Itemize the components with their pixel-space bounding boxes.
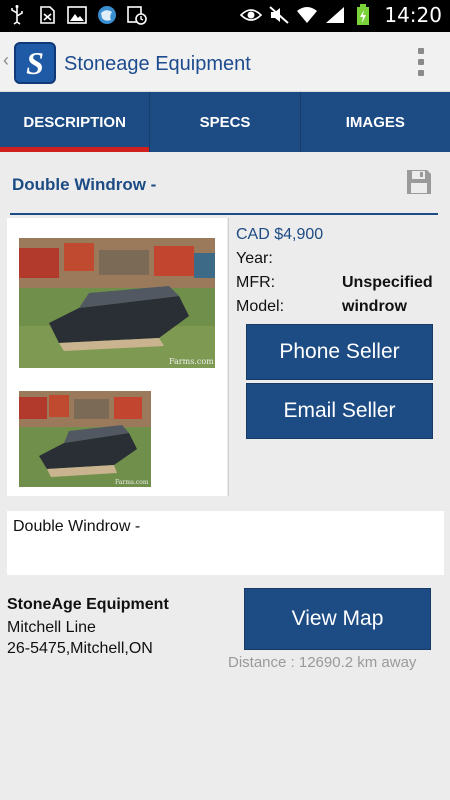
overflow-menu-icon[interactable] (418, 48, 426, 76)
image-icon (66, 4, 88, 26)
save-icon[interactable] (406, 169, 432, 195)
battery-charging-icon (352, 4, 374, 26)
model-value: windrow (342, 298, 407, 315)
email-seller-button[interactable]: Email Seller (246, 383, 433, 439)
tab-bar: DESCRIPTION SPECS IMAGES (0, 92, 450, 152)
wifi-icon (296, 4, 318, 26)
app-title: Stoneage Equipment (64, 53, 251, 75)
tab-description[interactable]: DESCRIPTION (0, 92, 151, 152)
usb-icon (6, 4, 28, 26)
listing-photo-thumb[interactable]: Farms.com (19, 391, 151, 487)
listing-heading: Double Windrow - (0, 152, 450, 214)
app-bar: ‹ S Stoneage Equipment (0, 32, 450, 92)
description-box: Double Windrow - (7, 511, 444, 575)
status-clock: 14:20 (384, 3, 442, 27)
app-logo[interactable]: S (14, 42, 56, 84)
logo-letter: S (26, 44, 44, 81)
photo-watermark: Farms.com (115, 479, 149, 486)
sim-card-blocked-icon (36, 4, 58, 26)
listing-title: Double Windrow - (12, 175, 157, 194)
listing-price: CAD $4,900 (236, 226, 324, 243)
mfr-value: Unspecified (342, 274, 433, 291)
mute-icon (268, 4, 290, 26)
view-map-button[interactable]: View Map (244, 588, 431, 650)
listing-photo-main[interactable]: Farms.com (19, 238, 215, 368)
tab-images[interactable]: IMAGES (301, 92, 450, 152)
seller-address-line2: 26-5475,Mitchell,ON (7, 640, 153, 657)
year-label: Year: (236, 250, 273, 267)
calendar-clock-icon (126, 4, 148, 26)
globe-app-icon (96, 4, 118, 26)
eye-icon (240, 4, 263, 26)
description-text: Double Windrow - (13, 518, 141, 535)
mfr-label: MFR: (236, 274, 276, 291)
tab-specs[interactable]: SPECS (150, 92, 301, 152)
back-chevron-icon[interactable]: ‹ (3, 50, 9, 71)
distance-text: Distance : 12690.2 km away (228, 654, 417, 671)
phone-seller-button[interactable]: Phone Seller (246, 324, 433, 380)
model-label: Model: (236, 298, 285, 315)
photo-panel: Farms.com Farms.com (7, 218, 227, 496)
status-bar: 14:20 (0, 0, 450, 32)
heading-divider (10, 213, 438, 215)
seller-name: StoneAge Equipment (7, 596, 169, 613)
seller-address-line1: Mitchell Line (7, 619, 96, 636)
panel-divider (228, 218, 229, 496)
signal-icon (324, 4, 346, 26)
photo-watermark: Farms.com (169, 357, 214, 366)
